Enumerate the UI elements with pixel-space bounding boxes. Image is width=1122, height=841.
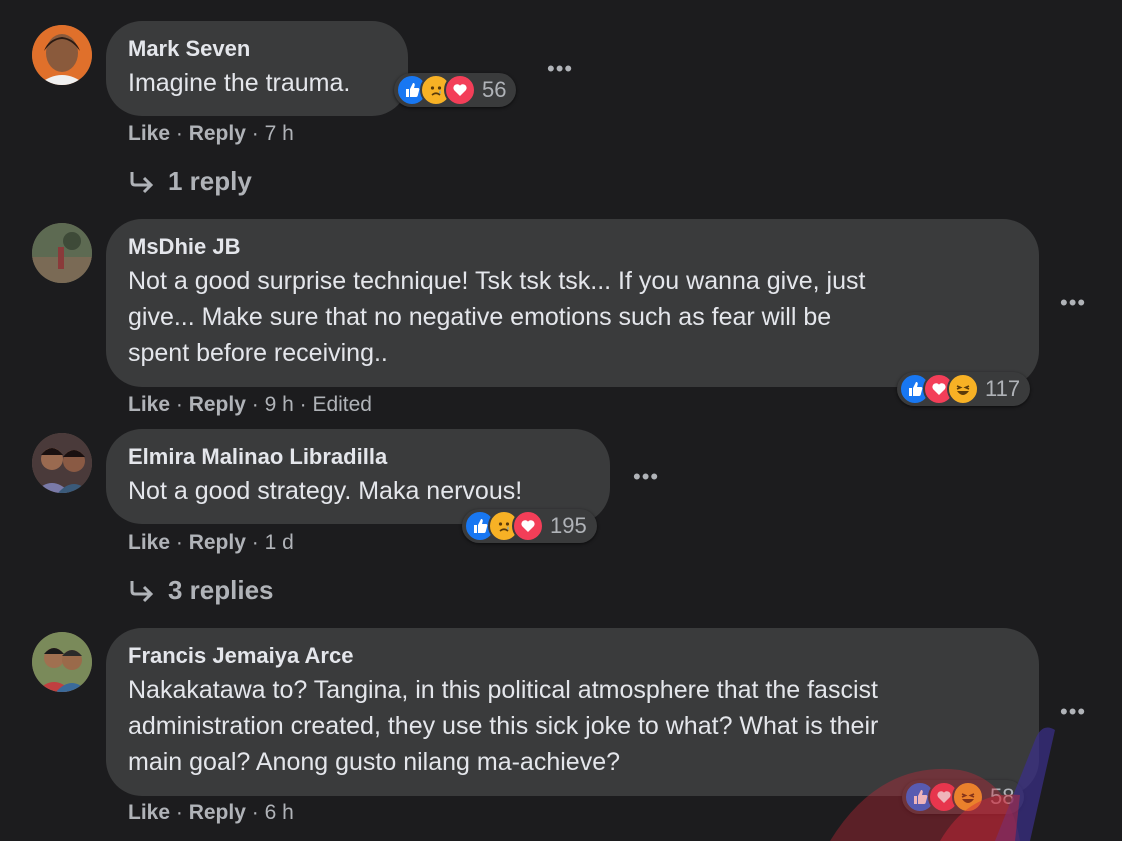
love-reaction-icon (512, 510, 544, 542)
more-options-icon[interactable]: ••• (1060, 290, 1086, 316)
more-options-icon[interactable]: ••• (633, 464, 659, 490)
view-replies-link[interactable]: 1 reply (128, 166, 252, 197)
separator: · (245, 801, 265, 824)
separator: · (170, 393, 189, 416)
avatar[interactable] (32, 433, 92, 493)
timestamp[interactable]: 6 h (265, 801, 294, 824)
edited-label[interactable]: Edited (312, 393, 372, 416)
comment-author[interactable]: Francis Jemaiya Arce (128, 642, 1017, 670)
comment-text-line: spent before receiving.. (128, 339, 388, 367)
haha-reaction-icon (947, 373, 979, 405)
reaction-count: 56 (482, 77, 507, 102)
more-options-icon[interactable]: ••• (547, 56, 573, 82)
separator: · (293, 393, 313, 416)
separator: · (245, 393, 265, 416)
comment-text: Imagine the trauma. (128, 69, 351, 97)
reply-button[interactable]: Reply (189, 393, 246, 416)
reaction-count: 117 (985, 376, 1021, 401)
timestamp[interactable]: 9 h (265, 393, 294, 416)
separator: · (245, 531, 265, 554)
love-reaction-icon (444, 74, 476, 106)
like-button[interactable]: Like (128, 531, 170, 554)
avatar[interactable] (32, 632, 92, 692)
view-replies-link[interactable]: 3 replies (128, 575, 274, 606)
reaction-summary[interactable]: 117 (897, 372, 1031, 406)
timestamp[interactable]: 7 h (265, 122, 294, 145)
comment-text: Not a good strategy. Maka nervous! (128, 477, 523, 505)
reply-arrow-icon (130, 580, 154, 602)
like-button[interactable]: Like (128, 122, 170, 145)
comment-bubble: Mark Seven Imagine the trauma. (106, 21, 408, 116)
separator: · (245, 122, 265, 145)
comment-actions: Like · Reply · 6 h (128, 801, 294, 825)
watermark-logo (830, 727, 1055, 841)
comment-text: Not a good surprise technique! Tsk tsk t… (128, 263, 1017, 371)
separator: · (170, 122, 189, 145)
reaction-summary[interactable]: 56 (394, 73, 517, 107)
comment-author[interactable]: MsDhie JB (128, 233, 1017, 261)
reaction-summary[interactable]: 195 (462, 509, 597, 543)
like-button[interactable]: Like (128, 801, 170, 824)
reply-button[interactable]: Reply (189, 801, 246, 824)
reaction-count: 195 (550, 513, 587, 538)
like-button[interactable]: Like (128, 393, 170, 416)
comment-bubble: MsDhie JB Not a good surprise technique!… (106, 219, 1039, 387)
comment-text-line: Not a good surprise technique! Tsk tsk t… (128, 267, 866, 295)
reply-arrow-icon (130, 171, 154, 193)
replies-label: 3 replies (168, 575, 274, 605)
replies-label: 1 reply (168, 166, 252, 196)
comment-text-line: give... Make sure that no negative emoti… (128, 303, 832, 331)
comment-actions: Like · Reply · 7 h (128, 122, 294, 146)
avatar[interactable] (32, 25, 92, 85)
separator: · (170, 801, 189, 824)
comment-author[interactable]: Mark Seven (128, 35, 386, 63)
comment-actions: Like · Reply · 1 d (128, 531, 294, 555)
reply-button[interactable]: Reply (189, 122, 246, 145)
timestamp[interactable]: 1 d (265, 531, 294, 554)
comment-author[interactable]: Elmira Malinao Libradilla (128, 443, 588, 471)
comment-actions: Like · Reply · 9 h · Edited (128, 393, 372, 417)
reply-button[interactable]: Reply (189, 531, 246, 554)
avatar[interactable] (32, 223, 92, 283)
separator: · (170, 531, 189, 554)
